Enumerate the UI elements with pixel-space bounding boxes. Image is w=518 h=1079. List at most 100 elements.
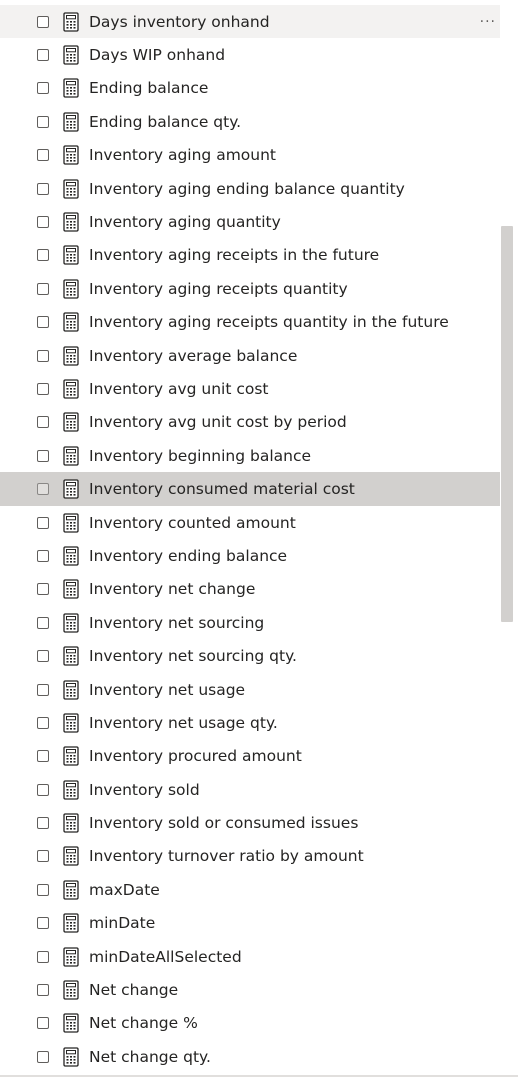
field-label: Inventory counted amount xyxy=(89,513,296,532)
field-checkbox[interactable] xyxy=(37,115,49,128)
field-checkbox[interactable] xyxy=(37,750,49,763)
field-row[interactable]: Inventory procured amount xyxy=(0,740,500,773)
calculator-icon xyxy=(63,312,79,332)
field-checkbox[interactable] xyxy=(37,316,49,329)
field-row[interactable]: Inventory aging receipts quantity xyxy=(0,272,500,305)
more-options-icon[interactable]: ··· xyxy=(480,12,496,32)
field-checkbox[interactable] xyxy=(37,216,49,229)
field-row[interactable]: Inventory sold xyxy=(0,773,500,806)
calculator-icon xyxy=(63,479,79,499)
field-row[interactable]: Inventory net sourcing qty. xyxy=(0,639,500,672)
field-row[interactable]: Inventory ending balance xyxy=(0,539,500,572)
field-row[interactable]: minDate xyxy=(0,907,500,940)
calculator-icon xyxy=(63,579,79,599)
field-checkbox[interactable] xyxy=(37,883,49,896)
field-row[interactable]: minDateAllSelected xyxy=(0,940,500,973)
field-row[interactable]: Inventory aging quantity xyxy=(0,205,500,238)
field-label: Inventory ending balance xyxy=(89,546,288,565)
field-row[interactable]: maxDate xyxy=(0,873,500,906)
field-label: Inventory aging amount xyxy=(89,146,276,165)
field-row[interactable]: Inventory consumed material cost xyxy=(0,472,500,506)
field-checkbox[interactable] xyxy=(37,483,49,496)
calculator-icon xyxy=(63,78,79,99)
field-checkbox[interactable] xyxy=(37,449,49,462)
field-checkbox[interactable] xyxy=(37,1050,49,1063)
calculator-icon xyxy=(63,913,79,933)
calculator-icon xyxy=(63,546,79,566)
scrollbar-thumb[interactable] xyxy=(501,226,513,622)
field-checkbox[interactable] xyxy=(37,850,49,863)
field-checkbox[interactable] xyxy=(37,82,49,95)
calculator-icon xyxy=(63,813,79,833)
field-row[interactable]: Inventory counted amount xyxy=(0,506,500,539)
field-row[interactable]: Inventory sold or consumed issues xyxy=(0,806,500,839)
bottom-divider xyxy=(0,1075,518,1077)
field-row[interactable]: Inventory net sourcing xyxy=(0,606,500,639)
field-checkbox[interactable] xyxy=(37,15,49,28)
field-checkbox[interactable] xyxy=(37,583,49,596)
field-checkbox[interactable] xyxy=(37,950,49,963)
field-checkbox[interactable] xyxy=(37,917,49,930)
field-list: Days inventory onhand ··· Days WIP onhan… xyxy=(0,5,500,1074)
field-label: Net change % xyxy=(89,1014,198,1033)
field-row[interactable]: Inventory net change xyxy=(0,573,500,606)
field-checkbox[interactable] xyxy=(37,716,49,729)
field-row[interactable]: Net change qty. xyxy=(0,1040,500,1073)
field-row[interactable]: Inventory aging receipts quantity in the… xyxy=(0,306,500,339)
field-checkbox[interactable] xyxy=(37,783,49,796)
field-checkbox[interactable] xyxy=(37,349,49,362)
calculator-icon xyxy=(63,980,79,1000)
field-checkbox[interactable] xyxy=(37,1017,49,1030)
calculator-icon xyxy=(63,245,79,266)
field-checkbox[interactable] xyxy=(37,549,49,562)
field-label: Inventory avg unit cost xyxy=(89,379,269,398)
field-row[interactable]: Net change xyxy=(0,973,500,1006)
field-label: Inventory net usage xyxy=(89,680,246,699)
field-checkbox[interactable] xyxy=(37,49,49,62)
field-checkbox[interactable] xyxy=(37,249,49,262)
field-row[interactable]: Ending balance xyxy=(0,72,500,105)
field-checkbox[interactable] xyxy=(37,149,49,162)
field-row[interactable]: Inventory aging amount xyxy=(0,139,500,172)
field-label: maxDate xyxy=(89,880,160,899)
field-label: Inventory aging ending balance quantity xyxy=(89,179,405,198)
field-checkbox[interactable] xyxy=(37,817,49,830)
calculator-icon xyxy=(63,946,79,967)
field-row[interactable]: Inventory net usage xyxy=(0,673,500,706)
field-row[interactable]: Days inventory onhand ··· xyxy=(0,5,500,39)
calculator-icon xyxy=(63,512,79,533)
field-label: Inventory procured amount xyxy=(89,747,302,766)
field-label: Inventory sold or consumed issues xyxy=(89,814,359,833)
field-row[interactable]: Inventory aging receipts in the future xyxy=(0,239,500,272)
field-row[interactable]: Inventory turnover ratio by amount xyxy=(0,840,500,873)
field-label: Days WIP onhand xyxy=(89,46,226,65)
calculator-icon xyxy=(63,279,79,299)
calculator-icon xyxy=(63,45,79,65)
field-checkbox[interactable] xyxy=(37,616,49,629)
field-row[interactable]: Days WIP onhand xyxy=(0,38,500,71)
field-label: minDate xyxy=(89,914,156,933)
field-label: Inventory aging receipts quantity in the… xyxy=(89,313,449,332)
calculator-icon xyxy=(63,1047,79,1067)
field-checkbox[interactable] xyxy=(37,182,49,195)
field-checkbox[interactable] xyxy=(37,683,49,696)
field-checkbox[interactable] xyxy=(37,416,49,429)
field-row[interactable]: Inventory avg unit cost xyxy=(0,372,500,405)
field-checkbox[interactable] xyxy=(37,984,49,997)
calculator-icon xyxy=(63,145,79,165)
field-row[interactable]: Inventory average balance xyxy=(0,339,500,372)
field-label: Inventory beginning balance xyxy=(89,446,312,465)
field-row[interactable]: Inventory aging ending balance quantity xyxy=(0,172,500,205)
field-checkbox[interactable] xyxy=(37,382,49,395)
field-label: minDateAllSelected xyxy=(89,947,242,966)
field-row[interactable]: Inventory avg unit cost by period xyxy=(0,406,500,439)
calculator-icon xyxy=(63,613,79,633)
field-checkbox[interactable] xyxy=(37,282,49,295)
field-row[interactable]: Inventory beginning balance xyxy=(0,439,500,472)
field-label: Inventory sold xyxy=(89,780,200,799)
field-checkbox[interactable] xyxy=(37,516,49,529)
field-checkbox[interactable] xyxy=(37,650,49,663)
field-row[interactable]: Inventory net usage qty. xyxy=(0,706,500,739)
field-row[interactable]: Net change % xyxy=(0,1007,500,1040)
field-row[interactable]: Ending balance qty. xyxy=(0,105,500,138)
